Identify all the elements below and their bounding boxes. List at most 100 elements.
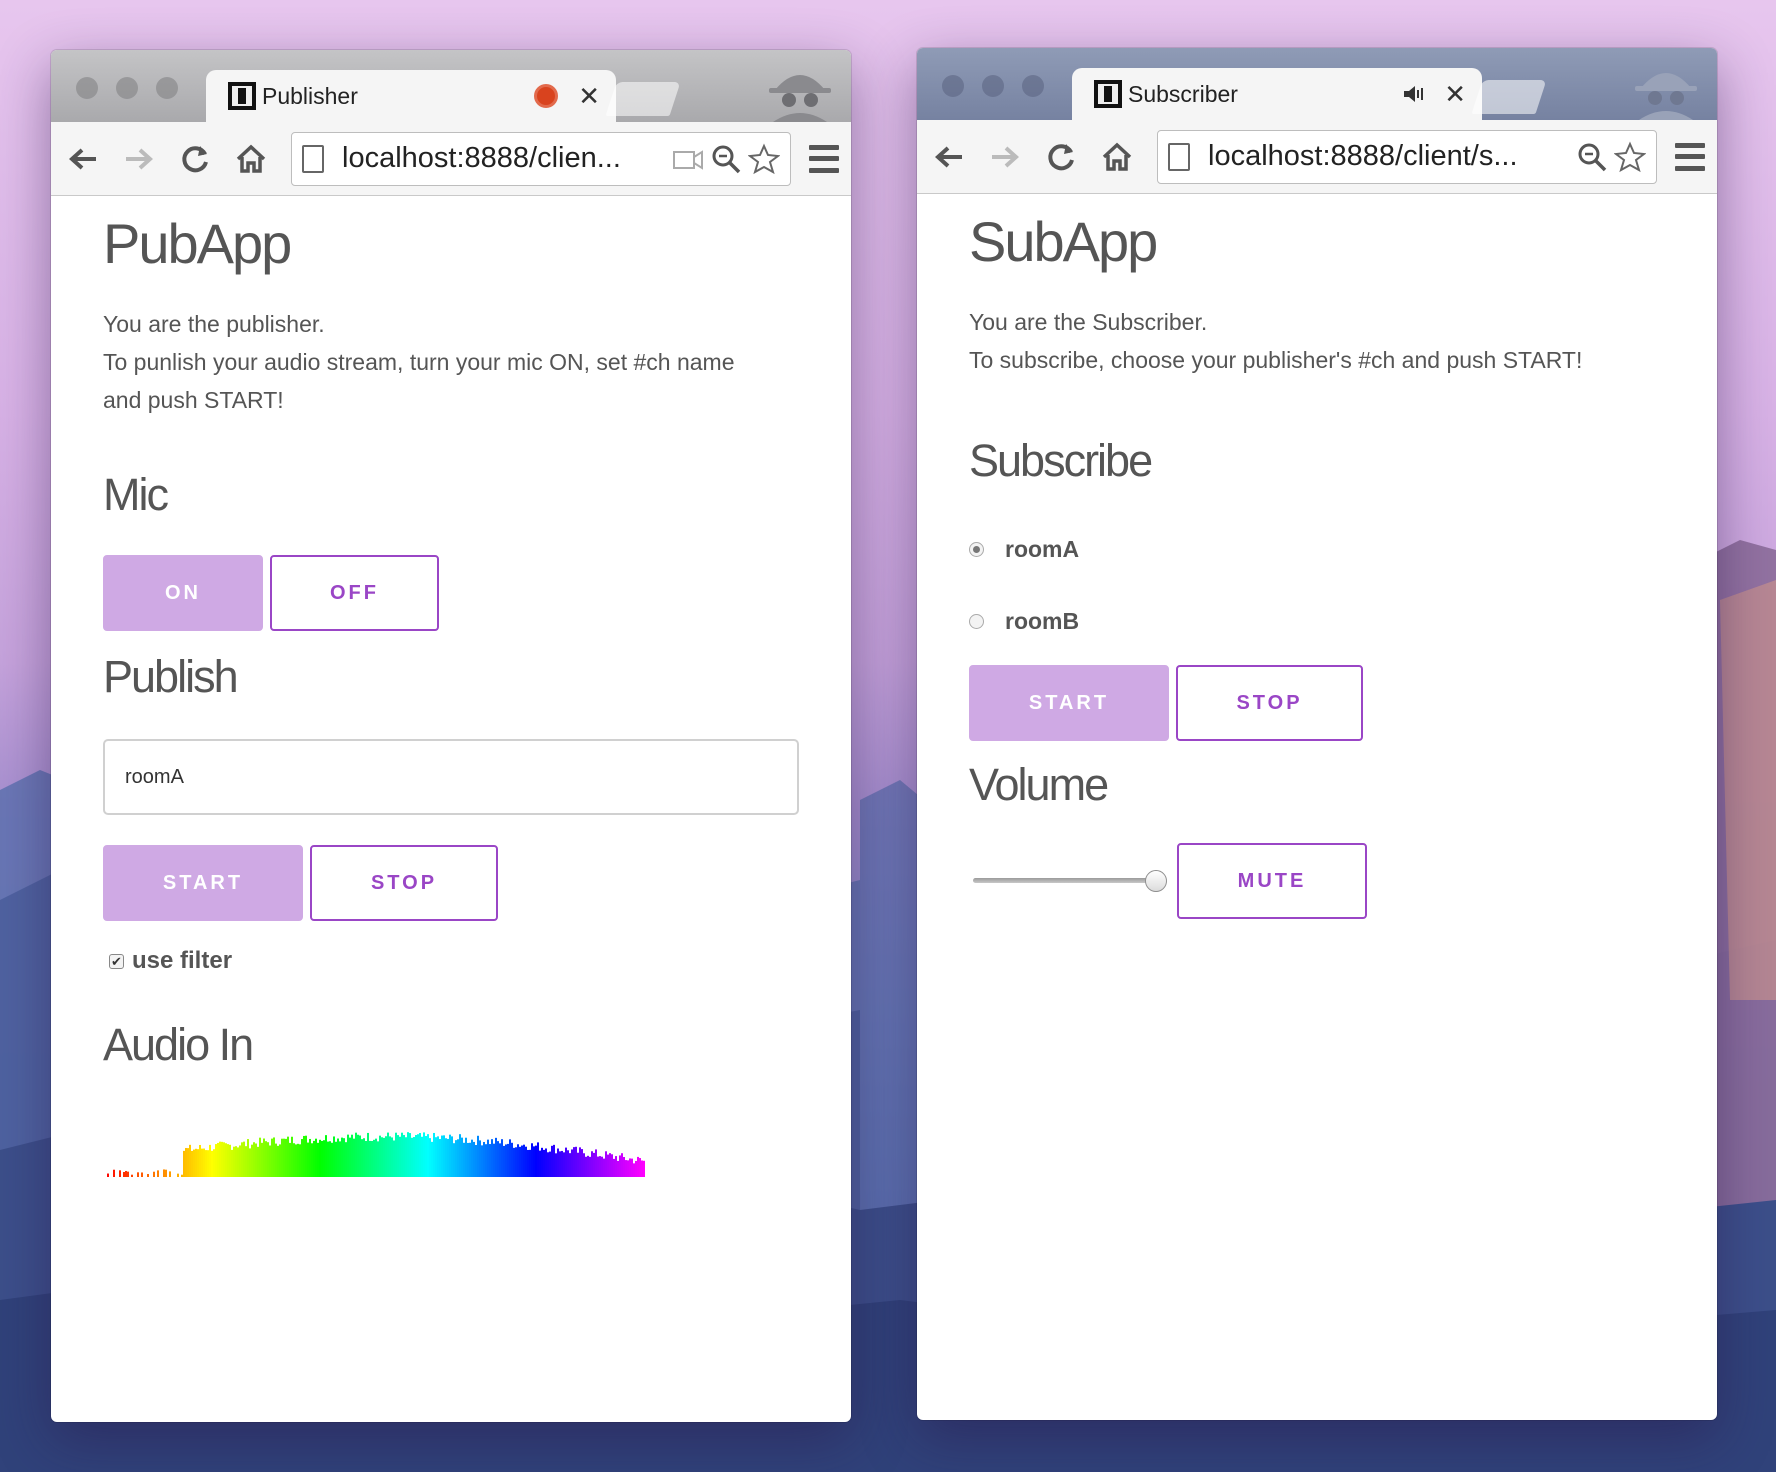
browser-tab[interactable]: Publisher ✕ <box>206 70 616 122</box>
close-icon[interactable]: ✕ <box>1444 81 1466 107</box>
back-icon[interactable] <box>63 139 103 179</box>
spectrum-bar <box>593 1153 595 1178</box>
spectrum-bar <box>479 1140 481 1178</box>
room-radio[interactable] <box>969 613 984 629</box>
url-text[interactable]: localhost:8888/clien... <box>342 142 666 175</box>
spectrum-bar <box>373 1140 375 1178</box>
spectrum-bar <box>189 1145 191 1178</box>
spectrum-bar <box>409 1133 411 1178</box>
spectrum-bar <box>485 1144 487 1178</box>
zoom-window-button[interactable] <box>156 77 178 99</box>
spectrum-bar <box>341 1137 343 1178</box>
browser-tab[interactable]: Subscriber ✕ <box>1072 68 1482 120</box>
spectrum-bar <box>339 1141 341 1178</box>
spectrum-bar <box>423 1132 425 1178</box>
channel-input[interactable]: roomA <box>103 739 799 816</box>
back-icon[interactable] <box>929 137 969 177</box>
spectrum-bar <box>519 1147 521 1178</box>
spectrum-bar <box>359 1135 361 1178</box>
room-option[interactable]: roomB <box>969 601 1665 641</box>
mute-button[interactable]: MUTE <box>1177 843 1367 920</box>
spectrum-bar <box>515 1147 517 1178</box>
spectrum-bar <box>429 1138 431 1178</box>
spectrum-bar <box>325 1135 327 1178</box>
spectrum-bar <box>223 1142 225 1178</box>
filter-option[interactable]: ✔ use filter <box>109 947 799 975</box>
address-bar[interactable]: localhost:8888/clien... <box>291 131 791 186</box>
close-window-button[interactable] <box>76 77 98 99</box>
menu-icon[interactable] <box>809 144 839 173</box>
forward-icon[interactable] <box>985 137 1025 177</box>
stop-button[interactable]: STOP <box>310 845 498 922</box>
spectrum-bar <box>401 1132 403 1178</box>
volume-slider[interactable] <box>973 866 1167 896</box>
slider-thumb[interactable] <box>1145 870 1167 893</box>
spectrum-bar <box>541 1148 543 1178</box>
menu-icon[interactable] <box>1675 142 1705 171</box>
spectrum-bar <box>505 1144 507 1178</box>
zoom-icon[interactable] <box>1576 141 1608 173</box>
mic-heading: Mic <box>103 469 169 521</box>
spectrum-bar <box>567 1150 569 1178</box>
spectrum-bar <box>239 1145 241 1178</box>
spectrum-bar <box>397 1135 399 1178</box>
minimize-window-button[interactable] <box>116 77 138 99</box>
spectrum-bar <box>259 1137 261 1178</box>
spectrum-bar <box>455 1140 457 1178</box>
description-line: You are the publisher. <box>103 311 325 338</box>
spectrum-bar <box>229 1144 231 1178</box>
spectrum-bar <box>447 1139 449 1178</box>
spectrum-bar <box>323 1140 325 1178</box>
spectrum-bar <box>449 1134 451 1178</box>
spectrum-bar <box>403 1135 405 1178</box>
room-label: roomA <box>1005 535 1080 562</box>
home-icon[interactable] <box>1097 137 1137 177</box>
forward-icon[interactable] <box>119 139 159 179</box>
minimize-window-button[interactable] <box>982 75 1004 97</box>
spectrum-bar <box>203 1148 205 1178</box>
close-window-button[interactable] <box>942 75 964 97</box>
start-button[interactable]: START <box>969 665 1169 742</box>
zoom-window-button[interactable] <box>1022 75 1044 97</box>
spectrum-bar <box>227 1144 229 1178</box>
spectrum-bar <box>431 1142 433 1178</box>
spectrum-bar <box>163 1169 165 1178</box>
spectrum-bar <box>131 1174 133 1178</box>
room-label: roomB <box>1005 607 1080 634</box>
reload-icon[interactable] <box>1041 137 1081 177</box>
star-icon[interactable] <box>748 143 780 175</box>
spectrum-bar <box>545 1148 547 1178</box>
filter-checkbox[interactable]: ✔ <box>109 953 124 969</box>
new-tab-button[interactable] <box>605 82 681 116</box>
mic-on-button[interactable]: ON <box>103 555 263 632</box>
reload-icon[interactable] <box>175 139 215 179</box>
address-bar[interactable]: localhost:8888/client/s... <box>1157 129 1657 184</box>
url-text[interactable]: localhost:8888/client/s... <box>1208 140 1570 173</box>
zoom-icon[interactable] <box>710 143 742 175</box>
spectrum-bar <box>153 1171 155 1178</box>
spectrum-bar <box>459 1134 461 1178</box>
spectrum-bar <box>277 1146 279 1178</box>
room-radio[interactable] <box>969 541 984 557</box>
spectrum-bar <box>623 1157 625 1178</box>
star-icon[interactable] <box>1614 141 1646 173</box>
spectrum-bar <box>605 1151 607 1178</box>
spectrum-bar <box>393 1140 395 1178</box>
spectrum-bar <box>309 1139 311 1178</box>
spectrum-bar <box>249 1148 251 1178</box>
spectrum-bar <box>511 1142 513 1178</box>
room-option[interactable]: roomA <box>969 529 1665 569</box>
new-tab-button[interactable] <box>1471 80 1547 114</box>
spectrum-bar <box>193 1149 195 1178</box>
spectrum-bar <box>531 1143 533 1178</box>
favicon-icon <box>228 82 256 110</box>
start-button[interactable]: START <box>103 845 303 922</box>
camera-icon[interactable] <box>672 143 704 175</box>
close-icon[interactable]: ✕ <box>578 83 600 109</box>
home-icon[interactable] <box>231 139 271 179</box>
stop-button[interactable]: STOP <box>1176 665 1363 742</box>
mic-off-button[interactable]: OFF <box>270 555 439 632</box>
spectrum-bar <box>285 1139 287 1178</box>
spectrum-bar <box>421 1136 423 1178</box>
spectrum-bar <box>527 1150 529 1178</box>
